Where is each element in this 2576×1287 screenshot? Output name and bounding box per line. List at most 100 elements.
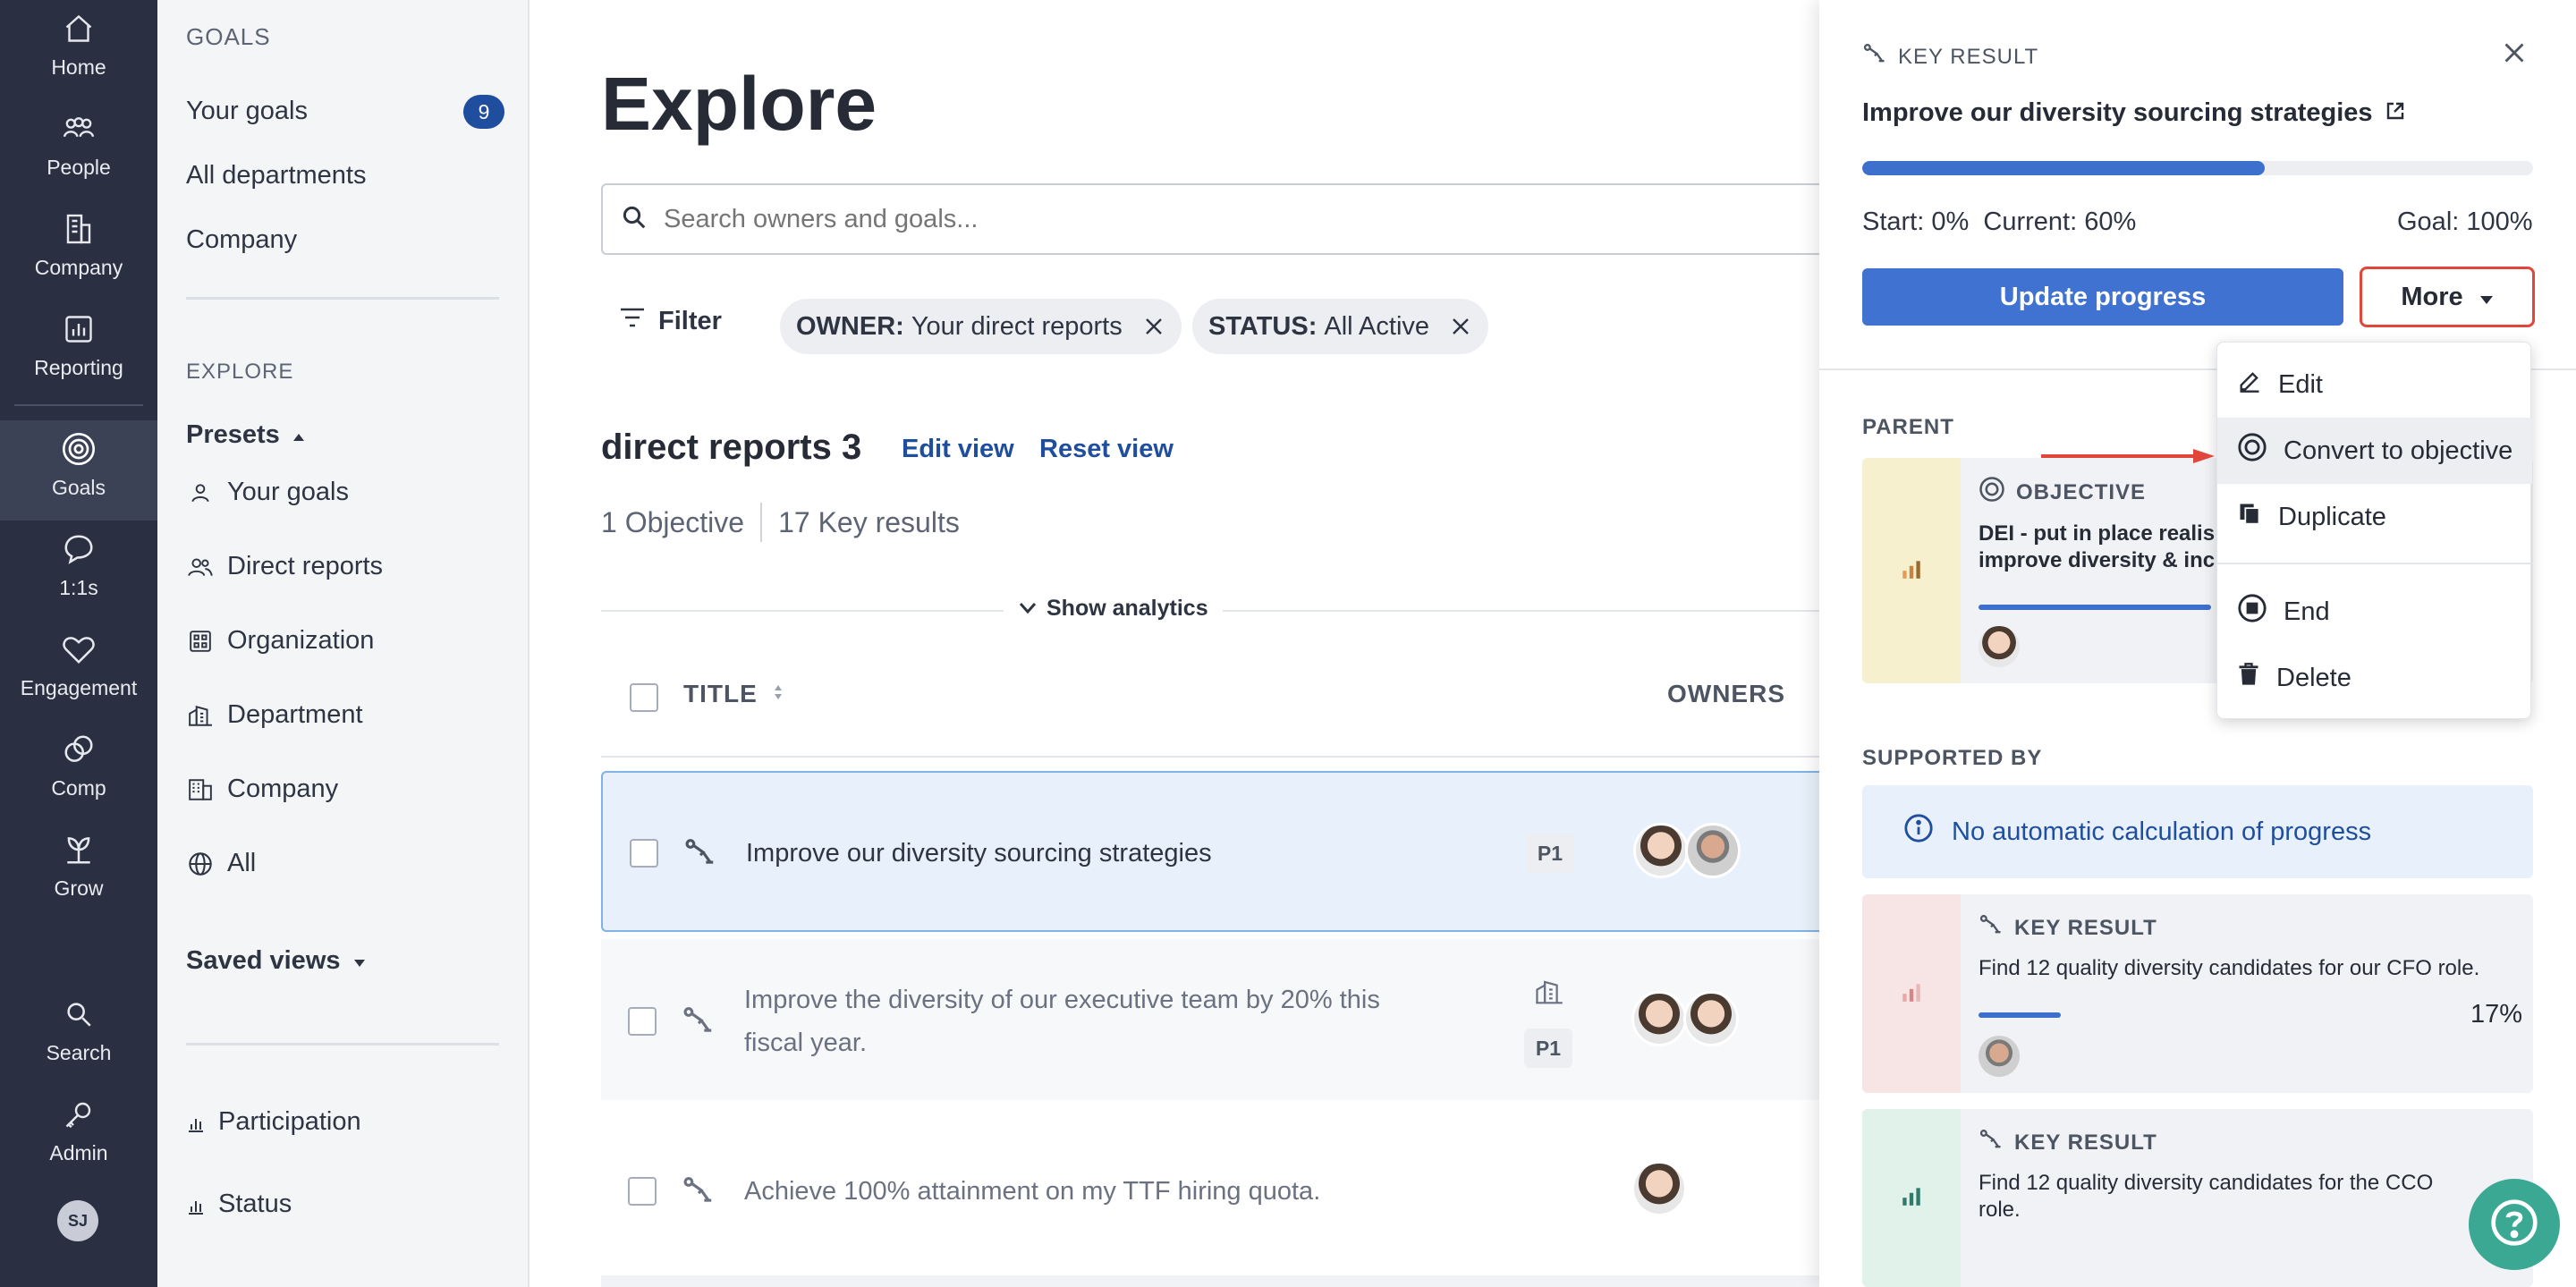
rail-item-goals[interactable]: Goals [0, 420, 157, 521]
caret-up-icon [292, 420, 305, 450]
update-progress-button[interactable]: Update progress [1862, 268, 2343, 326]
bar-chart-icon [1900, 980, 1923, 1008]
nav-rail: Home People Company Reporting Goals 1:1s [0, 0, 157, 1287]
menu-item-end[interactable]: End [2217, 579, 2532, 645]
owner-avatar[interactable] [1979, 626, 2020, 667]
search-box[interactable] [601, 183, 1853, 255]
help-button[interactable] [2469, 1179, 2560, 1270]
copy-icon [2237, 501, 2262, 533]
column-header-title[interactable]: TITLE [683, 680, 784, 708]
goals-sidebar: GOALS Your goals 9 All departments Compa… [157, 0, 530, 1287]
owner-filter-chip[interactable]: OWNER: Your direct reports [780, 299, 1182, 354]
row-checkbox[interactable] [630, 839, 658, 868]
owner-avatar[interactable] [1631, 1161, 1687, 1216]
row-title-line: Improve the diversity of our executive t… [744, 986, 1380, 1014]
reset-view-link[interactable]: Reset view [1039, 435, 1174, 464]
show-analytics-toggle[interactable]: Show analytics [1004, 596, 1223, 622]
supporting-kr-card[interactable]: KEY RESULT Find 12 quality diversity can… [1862, 1109, 2533, 1287]
rail-item-search[interactable]: Search [0, 986, 157, 1086]
row-title[interactable]: Improve our diversity sourcing strategie… [746, 832, 1212, 875]
priority-badge: P1 [1526, 834, 1574, 873]
menu-item-convert-to-objective[interactable]: Convert to objective [2217, 418, 2532, 484]
preset-label: Company [227, 775, 339, 803]
select-all-checkbox[interactable] [630, 683, 658, 712]
card-kicker: KEY RESULT [1979, 1127, 2157, 1158]
rail-item-engagement[interactable]: Engagement [0, 621, 157, 721]
info-icon [1903, 813, 1934, 851]
rail-item-people[interactable]: People [0, 100, 157, 200]
more-button[interactable]: More [2360, 267, 2535, 327]
row-checkbox[interactable] [628, 1177, 657, 1206]
info-banner: No automatic calculation of progress [1862, 785, 2533, 878]
saved-views-label: Saved views [186, 946, 341, 975]
column-header-owners: OWNERS [1667, 680, 1785, 707]
rail-item-reporting[interactable]: Reporting [0, 301, 157, 401]
menu-item-label: End [2284, 597, 2330, 626]
sidebar-item-your-goals[interactable]: Your goals [186, 97, 308, 126]
rail-item-grow[interactable]: Grow [0, 821, 157, 921]
presets-toggle[interactable]: Presets [186, 420, 305, 450]
preset-all[interactable]: All [186, 849, 256, 878]
sidebar-item-all-departments[interactable]: All departments [186, 161, 367, 191]
sidebar-item-company[interactable]: Company [186, 225, 297, 255]
external-link-icon[interactable] [2385, 98, 2405, 128]
table-row[interactable]: Improve the diversity of our executive t… [601, 939, 1853, 1100]
question-icon [2489, 1198, 2539, 1252]
owner-avatar[interactable] [1685, 823, 1741, 878]
caret-down-icon [353, 946, 366, 976]
card-text: Find 12 quality diversity candidates for… [1979, 1170, 2433, 1223]
row-title[interactable]: Improve the diversity of our executive t… [744, 978, 1380, 1064]
filter-button[interactable]: Filter [619, 306, 722, 336]
edit-view-link[interactable]: Edit view [902, 435, 1014, 464]
preset-label: Your goals [227, 478, 349, 506]
panel-title[interactable]: Improve our diversity sourcing strategie… [1862, 98, 2405, 128]
rail-item-admin[interactable]: Admin [0, 1086, 157, 1186]
chip-value: All Active [1324, 311, 1430, 341]
card-progress [1979, 605, 2211, 610]
status-filter-chip[interactable]: STATUS: All Active [1192, 299, 1489, 354]
preset-department[interactable]: Department [186, 700, 363, 730]
search-input[interactable] [664, 204, 1737, 234]
sidebar-item-participation[interactable]: Participation [186, 1107, 361, 1137]
row-checkbox[interactable] [628, 1007, 657, 1036]
rail-item-1on1s[interactable]: 1:1s [0, 521, 157, 621]
rail-item-comp[interactable]: Comp [0, 721, 157, 821]
globe-icon [186, 850, 215, 878]
saved-views-toggle[interactable]: Saved views [186, 946, 366, 976]
close-icon[interactable] [2499, 38, 2529, 68]
sidebar-item-status[interactable]: Status [186, 1190, 292, 1219]
menu-item-label: Duplicate [2278, 502, 2386, 531]
table-row[interactable]: Achieve 100% attainment on my TTF hiring… [601, 1107, 1853, 1268]
more-label: More [2401, 282, 2463, 311]
card-kicker-label: OBJECTIVE [2016, 479, 2147, 504]
header-divider [601, 756, 1853, 758]
menu-item-delete[interactable]: Delete [2217, 645, 2532, 711]
building-icon [61, 211, 97, 247]
owner-avatar[interactable] [1631, 991, 1687, 1046]
rail-label: Comp [51, 776, 106, 800]
rail-item-company[interactable]: Company [0, 200, 157, 301]
key-result-icon [1979, 1127, 2004, 1158]
preset-your-goals[interactable]: Your goals [186, 478, 349, 507]
rail-label: Admin [49, 1141, 108, 1164]
menu-item-duplicate[interactable]: Duplicate [2217, 484, 2532, 550]
preset-organization[interactable]: Organization [186, 626, 374, 656]
card-kicker-label: KEY RESULT [2014, 915, 2157, 940]
supporting-kr-card[interactable]: KEY RESULT Find 12 quality diversity can… [1862, 894, 2533, 1093]
owner-avatar[interactable] [1979, 1036, 2020, 1077]
rail-item-home[interactable]: Home [0, 0, 157, 100]
table-row[interactable]: Improve our diversity sourcing strategie… [601, 771, 1853, 932]
objective-icon [1979, 476, 2005, 509]
close-icon[interactable] [1449, 315, 1472, 338]
preset-company[interactable]: Company [186, 775, 338, 804]
preset-direct-reports[interactable]: Direct reports [186, 552, 383, 581]
menu-item-edit[interactable]: Edit [2217, 351, 2532, 418]
sidebar-item-label: Company [186, 225, 298, 254]
progress-fill [1862, 161, 2265, 175]
owner-avatar[interactable] [1633, 823, 1689, 878]
close-icon[interactable] [1142, 315, 1165, 338]
row-title[interactable]: Achieve 100% attainment on my TTF hiring… [744, 1170, 1320, 1213]
user-avatar[interactable]: SJ [57, 1200, 98, 1241]
owner-avatar[interactable] [1683, 991, 1739, 1046]
stop-icon [2237, 593, 2267, 631]
